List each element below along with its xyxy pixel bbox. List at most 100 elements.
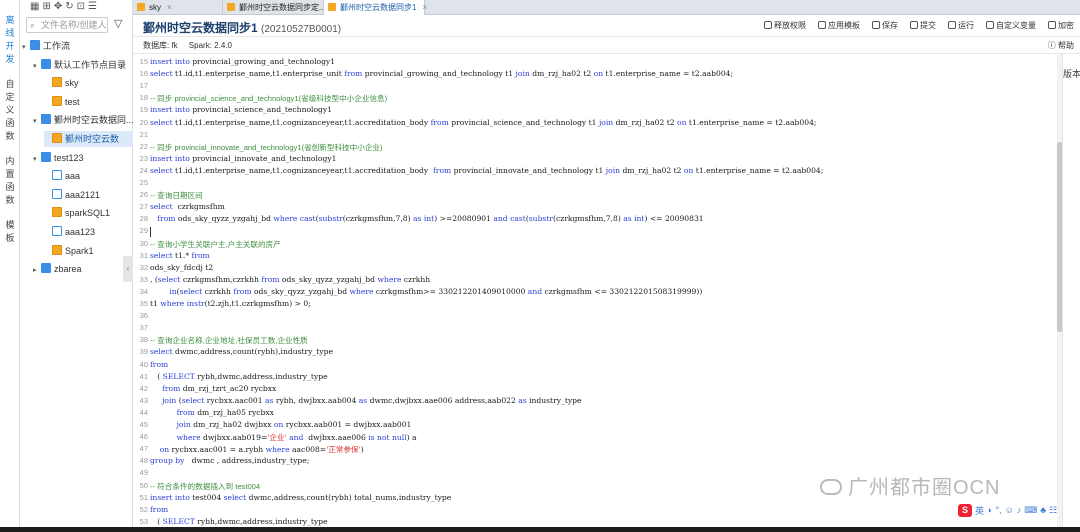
refresh-icon[interactable]: ↻ [65,1,73,12]
nav-item-3[interactable]: 模板 [0,219,20,245]
close-icon[interactable]: × [422,3,427,12]
code-line[interactable]: from dm_rzj_tzrt_ac20 rycbxx [150,384,276,393]
sogou-icon[interactable]: S [958,503,972,517]
collapse-icon[interactable]: ☰ [88,1,97,12]
code-line[interactable]: from ods_sky_qyzz_yzgahj_bd where cast(s… [150,214,703,223]
code-line[interactable]: from dm_rzj_ha05 rycbxx [150,408,274,417]
tree-node[interactable]: Spark1 [44,243,133,259]
code-line[interactable]: select t1.* from [150,251,210,260]
layout-icon[interactable]: ⊞ [42,1,50,12]
action-button-0[interactable]: 释放权限 [764,20,806,31]
code-line[interactable]: insert into test004 select dwmc,address,… [150,493,451,502]
tree-arrow-icon[interactable]: ▾ [33,114,41,128]
code-line[interactable]: insert into provincial_innovate_and_tech… [150,154,336,163]
tree-node[interactable]: test [44,94,133,110]
moon-icon[interactable]: ◗ [987,505,992,515]
version-tab[interactable]: 版本 [1063,68,1080,81]
line-number: 33 [139,274,148,284]
tree-node[interactable]: aaa2121 [44,187,133,203]
tree-node-label: Spark1 [65,245,94,256]
tree-node[interactable]: 鄞州时空云数 [44,131,133,147]
code-line[interactable]: insert into provincial_growing_and_techn… [150,57,335,66]
search-input[interactable]: ⌕ 文件名称/创建人 [26,17,108,33]
tree-node[interactable]: sky [44,75,133,91]
nav-item-2[interactable]: 内置函数 [0,155,20,207]
code-line[interactable]: join (select rycbxx.aac001 as rybh, dwjb… [150,396,581,405]
line-number: 17 [139,81,148,91]
action-button-5[interactable]: 自定义变量 [986,20,1036,31]
line-number: 43 [139,395,148,405]
code-line[interactable]: -- 符合条件的数据插入到 test004 [150,481,260,492]
code-line[interactable]: select dwmc,address,count(rybh),industry… [150,347,333,356]
code-line[interactable]: -- 查询企业名称,企业地址,社保员工数,企业性质 [150,335,308,346]
tree-node[interactable]: ▾ test123 [33,150,133,166]
grid-icon[interactable]: ▦ [30,1,39,12]
filter-icon[interactable]: ▽ [114,17,122,30]
nav-item-0[interactable]: 离线开发 [0,14,20,66]
tree-node-label: test123 [54,152,84,163]
tree-node[interactable]: ▸ zbarea [33,261,133,277]
code-line[interactable]: ( SELECT rybh,dwmc,address,industry_type [150,372,327,381]
collapse-panel-handle[interactable]: ‹ [123,256,133,282]
code-line[interactable]: where dwjbxx.aab019='企业' and dwjbxx.aae0… [150,432,417,443]
close-icon[interactable]: × [167,3,172,12]
action-button-3[interactable]: 提交 [910,20,936,31]
line-number: 31 [139,250,148,260]
code-line[interactable]: -- 查询小学生关联户主,户主关联的房产 [150,239,281,250]
code-line[interactable]: -- 同步 provincial_science_and_technology1… [150,93,387,104]
code-editor[interactable]: 15 insert into provincial_growing_and_tec… [133,54,1057,532]
punct-icon[interactable]: °, [995,505,1001,515]
tree-node[interactable]: ▾ 默认工作节点目录 [33,57,133,73]
move-icon[interactable]: ✥ [54,1,62,12]
vertical-nav: 离线开发自定义函数内置函数模板 [0,0,20,532]
tree-node[interactable]: aaa [44,168,133,184]
tree-node[interactable]: ▾ 鄞州时空云数据同... [33,112,133,128]
action-button-1[interactable]: 应用模板 [818,20,860,31]
code-line[interactable]: in(select czrkhh from ods_sky_qyzz_yzgah… [150,287,702,296]
keyboard-icon[interactable]: ⌨ [1024,505,1037,516]
ime-lang[interactable]: 英 [975,504,984,517]
mic-icon[interactable]: ♪ [1017,505,1022,515]
line-number: 19 [139,105,148,115]
code-line[interactable]: from [150,505,168,514]
code-line[interactable]: select czrkgmsfhm [150,202,225,211]
code-line[interactable]: join dm_rzj_ha02 dwjbxx on rycbxx.aab001… [150,420,412,429]
code-line[interactable]: select t1.id,t1.enterprise_name,t1.cogni… [150,166,823,175]
tab-0[interactable]: sky × [133,0,223,15]
code-line[interactable]: t1 where instr(t2.zjh,t1.czrkgmsfhm) > 0… [150,299,311,308]
code-line[interactable]: select t1.id,t1.enterprise_name,t1.enter… [150,69,733,78]
code-line[interactable]: insert into provincial_science_and_techn… [150,105,332,114]
tree-node[interactable]: sparkSQL1 [44,205,133,221]
code-line[interactable]: -- 同步 provincial_innovate_and_technology… [150,142,383,153]
code-line[interactable]: , (select czrkgmsfhm,czrkhh from ods_sky… [150,275,430,284]
nav-item-1[interactable]: 自定义函数 [0,78,20,143]
line-number: 50 [139,480,148,490]
tree-node-label: test [65,96,80,107]
emoji-icon[interactable]: ☺ [1005,505,1014,515]
line-number: 41 [139,371,148,381]
tab-1[interactable]: 鄞州时空云数据同步定...× [223,0,336,15]
expand-icon[interactable]: ⊡ [77,1,85,12]
menu-icon[interactable]: ☷ [1049,505,1057,516]
tree-arrow-icon[interactable]: ▾ [33,59,41,73]
code-line[interactable]: -- 查询日期区间 [150,190,203,201]
code-line[interactable]: from [150,360,168,369]
action-button-4[interactable]: 运行 [948,20,974,31]
action-button-2[interactable]: 保存 [872,20,898,31]
code-line[interactable]: group by dwmc , address,industry_type; [150,456,309,465]
tree-node[interactable]: ▾ 工作流 [22,38,133,54]
code-line[interactable]: select t1.id,t1.enterprise_name,t1.cogni… [150,118,816,127]
tree-node[interactable]: aaa123 [44,224,133,240]
action-button-6[interactable]: 加密 [1048,20,1074,31]
tab-2[interactable]: 鄞州时空云数据同步1 × [324,0,427,15]
tree-arrow-icon[interactable]: ▾ [22,40,30,54]
skin-icon[interactable]: ♣ [1040,505,1046,515]
help-button[interactable]: ⓘ 帮助 [1048,37,1074,54]
action-icon [910,21,918,29]
code-line[interactable]: ( SELECT rybh,dwmc,address,industry_type [150,517,327,526]
code-line[interactable]: on rycbxx.aac001 = a.rybh where aac008='… [150,444,364,455]
tree-arrow-icon[interactable]: ▾ [33,152,41,166]
code-line[interactable]: ods_sky_fdcdj t2 [150,263,213,272]
action-label: 加密 [1058,21,1074,30]
tree-arrow-icon[interactable]: ▸ [33,263,41,277]
